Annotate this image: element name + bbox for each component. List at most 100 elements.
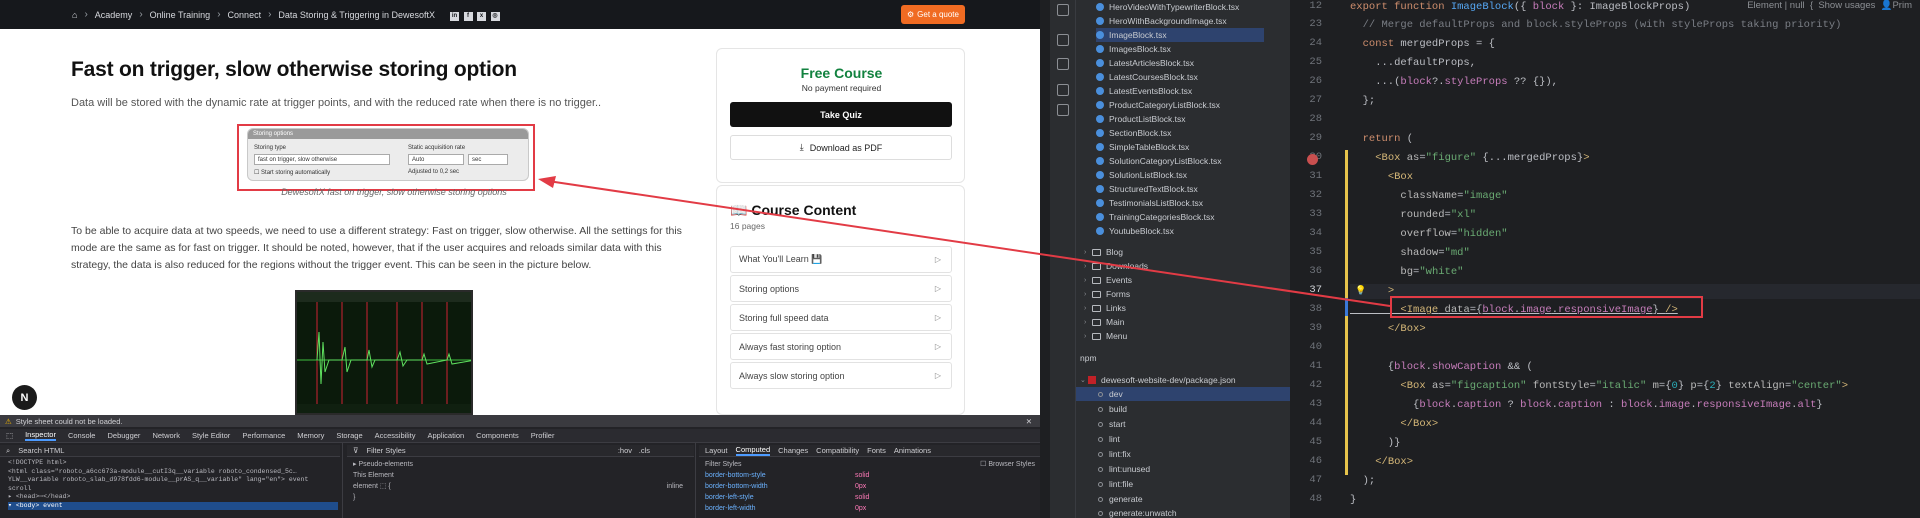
course-item[interactable]: Always slow storing option ▷ bbox=[730, 362, 952, 389]
file-item[interactable]: SolutionCategoryListBlock.tsx bbox=[1096, 154, 1221, 168]
script-item[interactable]: lint:fix bbox=[1098, 447, 1131, 461]
search-html-input[interactable]: Search HTML bbox=[18, 446, 64, 455]
tab-network[interactable]: Network bbox=[152, 431, 180, 440]
script-item[interactable]: start bbox=[1098, 417, 1126, 431]
file-item[interactable]: ProductListBlock.tsx bbox=[1096, 112, 1186, 126]
script-item[interactable]: build bbox=[1098, 402, 1127, 416]
file-item[interactable]: LatestArticlesBlock.tsx bbox=[1096, 56, 1194, 70]
oscilloscope-image bbox=[295, 290, 473, 415]
pick-element-icon[interactable]: ⬚ bbox=[6, 431, 13, 440]
x-icon[interactable]: x bbox=[477, 11, 487, 21]
html-line[interactable]: <!DOCTYPE html> bbox=[8, 459, 340, 468]
script-item[interactable]: lint bbox=[1098, 432, 1120, 446]
breadcrumb-academy[interactable]: Academy bbox=[95, 10, 133, 20]
tab-profiler[interactable]: Profiler bbox=[531, 431, 555, 440]
script-item-selected[interactable]: dev bbox=[1076, 387, 1290, 401]
course-item[interactable]: Always fast storing option ▷ bbox=[730, 333, 952, 360]
file-item[interactable]: SolutionListBlock.tsx bbox=[1096, 168, 1187, 182]
instagram-icon[interactable]: ◎ bbox=[490, 11, 500, 21]
folder-item[interactable]: › Main bbox=[1084, 315, 1124, 329]
course-item[interactable]: What You'll Learn 💾 ▷ bbox=[730, 246, 952, 273]
breadcrumb-online-training[interactable]: Online Training bbox=[150, 10, 211, 20]
take-quiz-button[interactable]: Take Quiz bbox=[730, 102, 952, 127]
filter-styles-input-2[interactable]: Filter Styles bbox=[705, 459, 742, 470]
file-item[interactable]: HeroWithBackgroundImage.tsx bbox=[1096, 14, 1227, 28]
tab-computed[interactable]: Computed bbox=[735, 445, 771, 456]
file-item[interactable]: LatestEventsBlock.tsx bbox=[1096, 84, 1192, 98]
tab-application[interactable]: Application bbox=[427, 431, 464, 440]
facebook-icon[interactable]: f bbox=[463, 11, 473, 21]
tsx-file-icon bbox=[1096, 73, 1104, 81]
tab-components[interactable]: Components bbox=[476, 431, 519, 440]
commit-icon[interactable] bbox=[1057, 4, 1069, 16]
tab-accessibility[interactable]: Accessibility bbox=[375, 431, 416, 440]
folder-item[interactable]: › Events bbox=[1084, 273, 1132, 287]
filter-styles-input[interactable]: Filter Styles bbox=[367, 446, 406, 455]
course-item[interactable]: Storing options ▷ bbox=[730, 275, 952, 302]
nav-badge-button[interactable]: N bbox=[12, 385, 37, 410]
bookmarks-icon[interactable] bbox=[1057, 58, 1069, 70]
file-item[interactable]: StructuredTextBlock.tsx bbox=[1096, 182, 1198, 196]
computed-row[interactable]: border-left-style solid bbox=[705, 492, 1039, 503]
file-item[interactable]: ProductCategoryListBlock.tsx bbox=[1096, 98, 1220, 112]
home-icon[interactable]: ⌂ bbox=[72, 10, 77, 20]
script-item[interactable]: lint:unused bbox=[1098, 462, 1150, 476]
breadcrumb-connect[interactable]: Connect bbox=[228, 10, 262, 20]
breakpoint-icon[interactable] bbox=[1307, 154, 1318, 165]
script-item[interactable]: lint:file bbox=[1098, 477, 1133, 491]
computed-row[interactable]: border-bottom-style solid bbox=[705, 470, 1039, 481]
get-quote-button[interactable]: ⚙ Get a quote bbox=[901, 5, 965, 24]
tab-fonts[interactable]: Fonts bbox=[867, 446, 886, 455]
file-item[interactable]: HeroVideoWithTypewriterBlock.tsx bbox=[1096, 0, 1239, 14]
file-item[interactable]: TestimonialsListBlock.tsx bbox=[1096, 196, 1203, 210]
file-item[interactable]: YoutubeBlock.tsx bbox=[1096, 224, 1174, 238]
close-icon[interactable]: ✕ bbox=[1026, 417, 1032, 426]
code-editor[interactable]: Element | null { Show usages 👤Prim expor… bbox=[1350, 0, 1920, 518]
course-item[interactable]: Storing full speed data ▷ bbox=[730, 304, 952, 331]
pseudo-elements-toggle[interactable]: ▸ Pseudo-elements bbox=[353, 459, 694, 470]
tab-memory[interactable]: Memory bbox=[297, 431, 324, 440]
computed-row[interactable]: border-bottom-width 0px bbox=[705, 481, 1039, 492]
cls-toggle[interactable]: .cls bbox=[639, 446, 650, 455]
play-icon: ▷ bbox=[934, 255, 941, 264]
tab-animations[interactable]: Animations bbox=[894, 446, 931, 455]
tab-performance[interactable]: Performance bbox=[242, 431, 285, 440]
folder-item[interactable]: › Blog bbox=[1084, 245, 1123, 259]
tab-changes[interactable]: Changes bbox=[778, 446, 808, 455]
html-line-selected[interactable]: ▾ <body> event bbox=[8, 501, 338, 510]
tab-console[interactable]: Console bbox=[68, 431, 96, 440]
browser-styles-checkbox[interactable]: ☐ Browser Styles bbox=[980, 459, 1035, 470]
folder-item[interactable]: › Forms bbox=[1084, 287, 1130, 301]
tab-compatibility[interactable]: Compatibility bbox=[816, 446, 859, 455]
download-pdf-button[interactable]: ⤓ Download as PDF bbox=[730, 135, 952, 160]
file-item[interactable]: ImagesBlock.tsx bbox=[1096, 42, 1171, 56]
tab-storage[interactable]: Storage bbox=[336, 431, 362, 440]
branch-icon[interactable] bbox=[1057, 34, 1069, 46]
script-item[interactable]: generate:unwatch bbox=[1098, 506, 1177, 518]
file-item[interactable]: SimpleTableBlock.tsx bbox=[1096, 140, 1189, 154]
tab-debugger[interactable]: Debugger bbox=[107, 431, 140, 440]
file-item-selected[interactable]: ImageBlock.tsx bbox=[1096, 28, 1264, 42]
tab-style-editor[interactable]: Style Editor bbox=[192, 431, 230, 440]
html-line[interactable]: scroll bbox=[8, 485, 340, 494]
file-item[interactable]: TrainingCategoriesBlock.tsx bbox=[1096, 210, 1215, 224]
structure-icon[interactable] bbox=[1057, 84, 1069, 96]
computed-row[interactable]: border-left-width 0px bbox=[705, 503, 1039, 514]
script-item[interactable]: generate bbox=[1098, 492, 1143, 506]
linkedin-icon[interactable]: in bbox=[450, 11, 459, 21]
folder-item[interactable]: › Menu bbox=[1084, 329, 1127, 343]
tab-layout[interactable]: Layout bbox=[705, 446, 728, 455]
package-item[interactable]: ⌄ dewesoft-website-dev/package.json bbox=[1080, 373, 1236, 387]
folder-item[interactable]: › Links bbox=[1084, 301, 1126, 315]
tab-inspector[interactable]: Inspector bbox=[25, 430, 56, 441]
plugins-icon[interactable] bbox=[1057, 104, 1069, 116]
file-item[interactable]: SectionBlock.tsx bbox=[1096, 126, 1171, 140]
folder-item[interactable]: › Downloads bbox=[1084, 259, 1148, 273]
html-line[interactable]: YLW__variable roboto_slab_d978fdd6-modul… bbox=[8, 476, 340, 485]
show-usages-link[interactable]: Show usages bbox=[1818, 0, 1875, 11]
this-element-label: This Element bbox=[353, 472, 394, 479]
file-item[interactable]: LatestCoursesBlock.tsx bbox=[1096, 70, 1198, 84]
html-line[interactable]: ▸ <head>⋯</head> bbox=[8, 493, 340, 502]
hov-toggle[interactable]: :hov bbox=[618, 446, 632, 455]
html-line[interactable]: <html class="roboto_a6cc673a-module__cut… bbox=[8, 468, 340, 477]
